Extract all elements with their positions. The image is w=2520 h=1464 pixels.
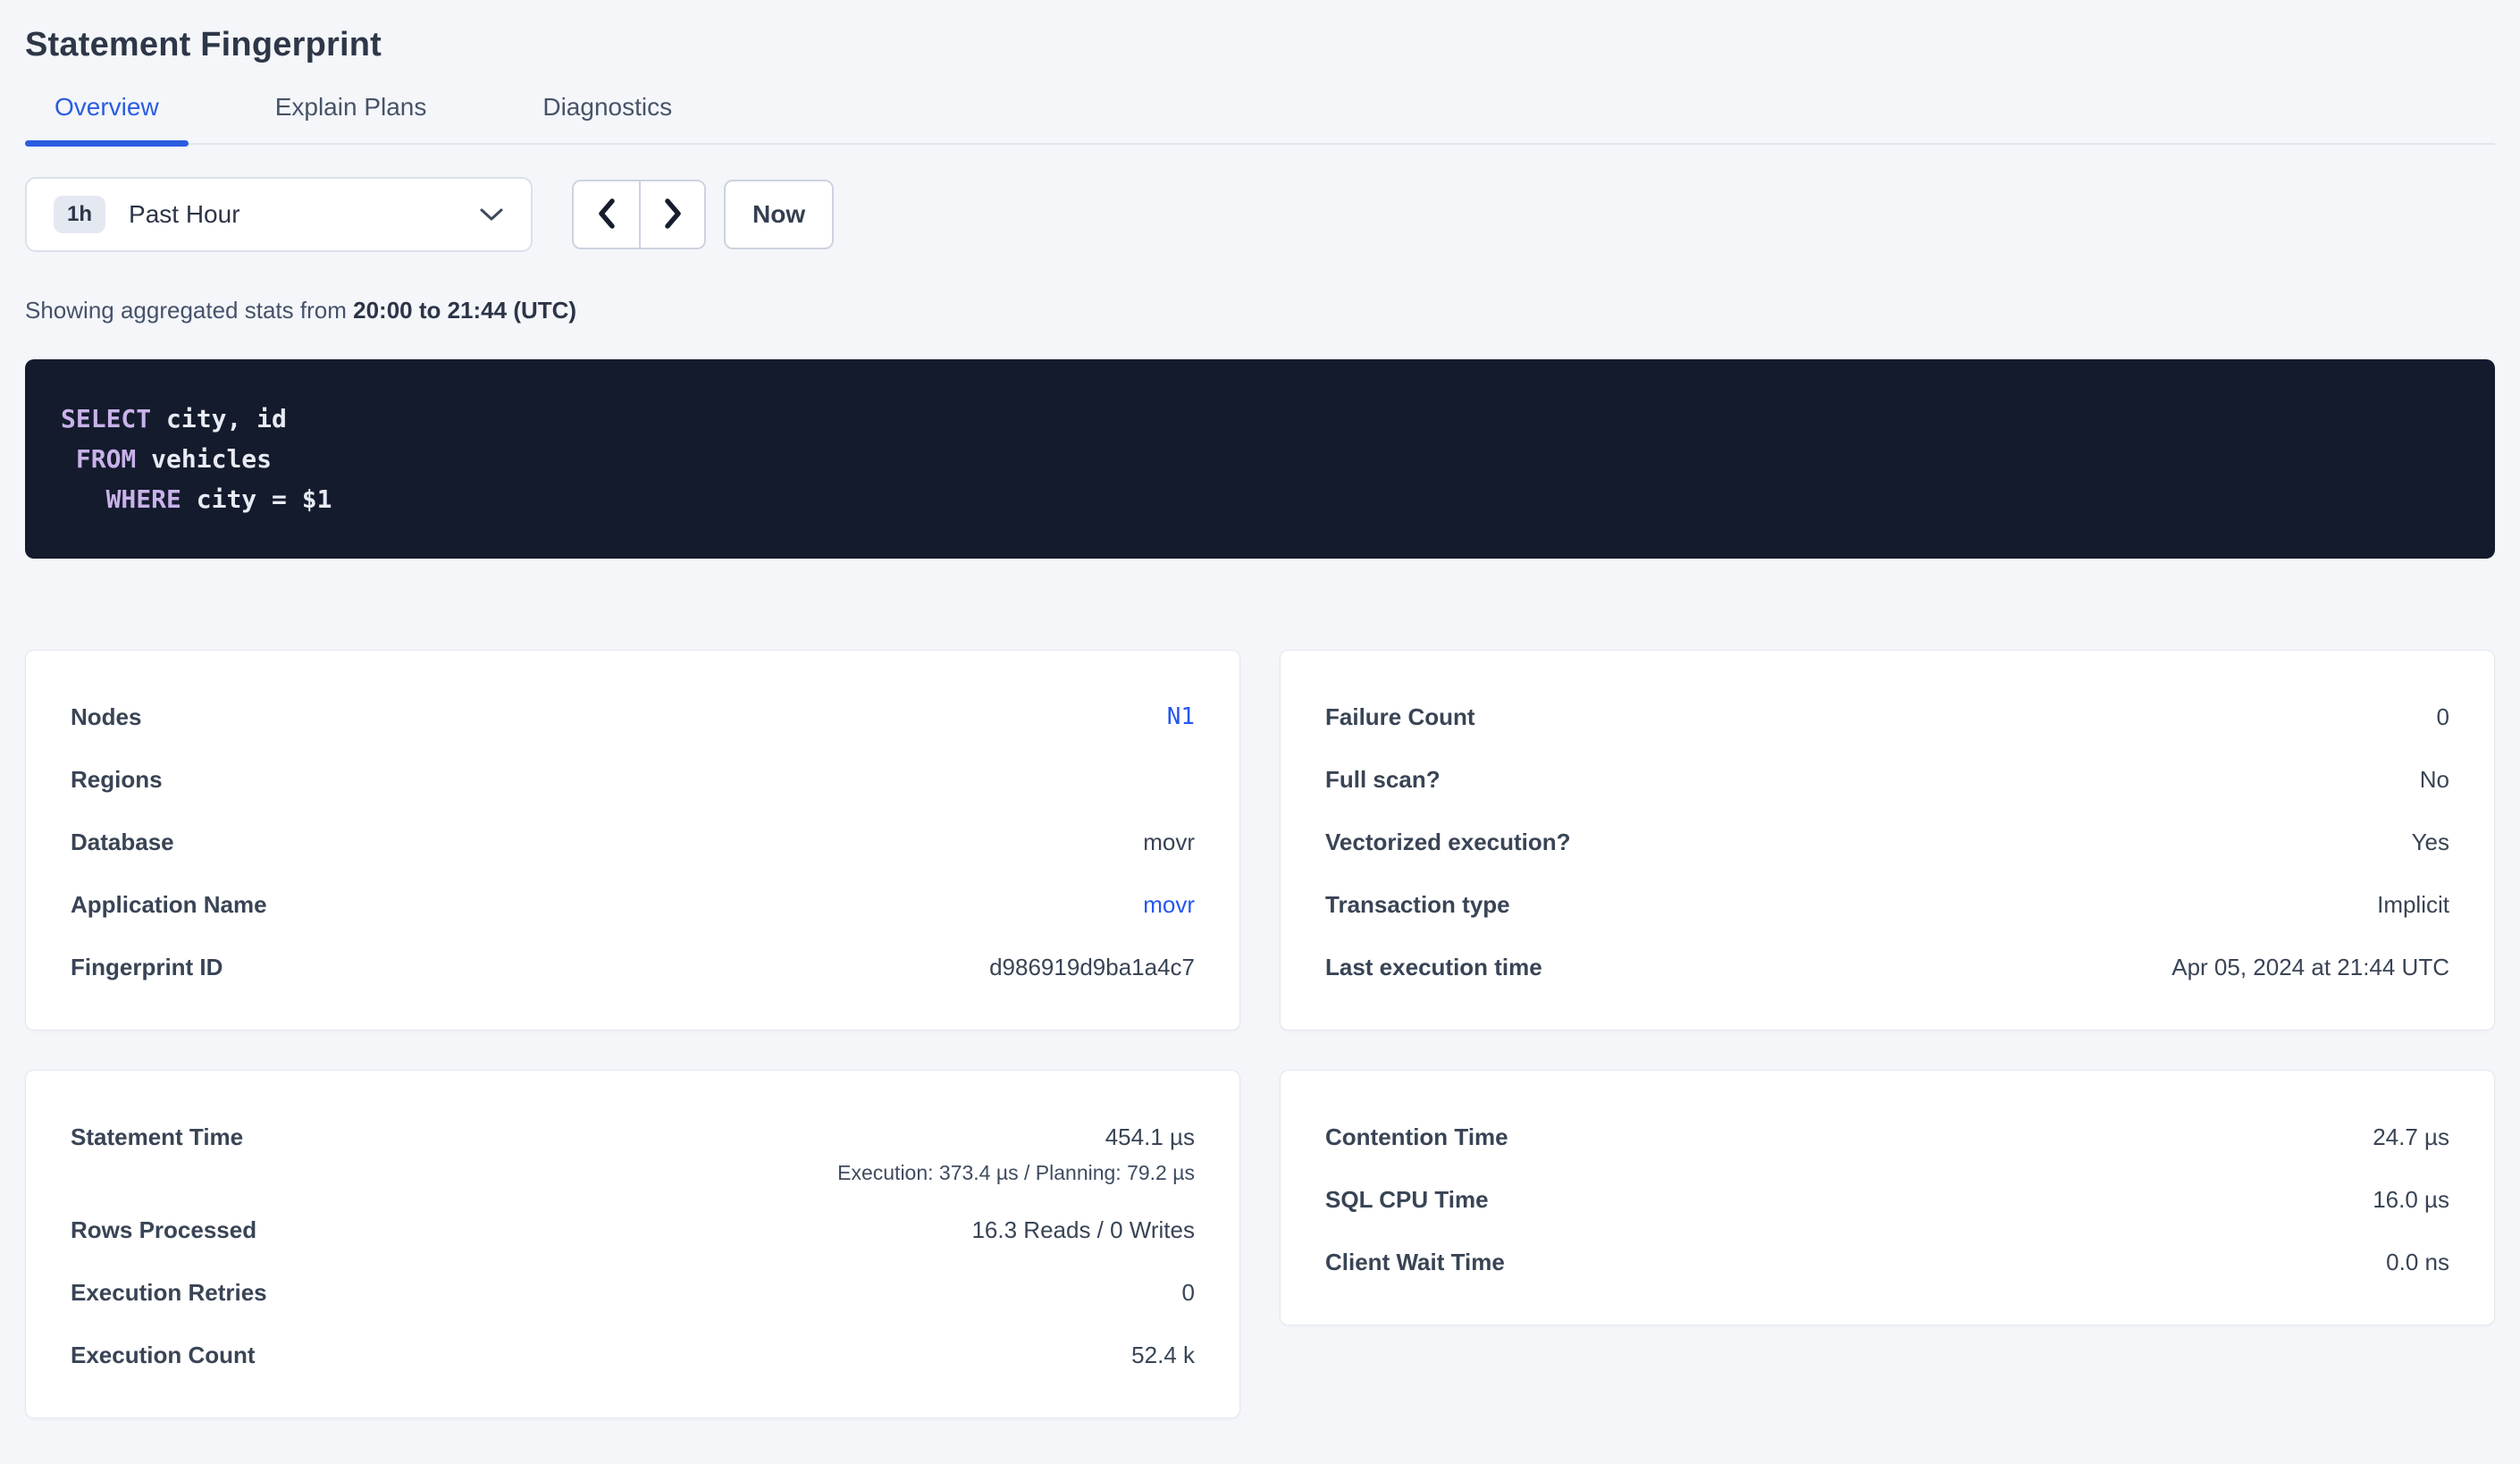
row-value: 16.3 Reads / 0 Writes	[971, 1217, 1195, 1242]
row-label: Full scan?	[1325, 767, 1467, 792]
stats-line-range: 20:00 to 21:44 (UTC)	[353, 297, 576, 324]
row-value: 0.0 ns	[2386, 1249, 2449, 1275]
prev-interval-button[interactable]	[574, 181, 639, 248]
now-button[interactable]: Now	[724, 180, 834, 249]
sql-text: vehicles	[136, 444, 272, 474]
statement-details-card: Nodes N1 Regions Database movr Applicati…	[25, 650, 1240, 1031]
wait-times-card: Contention Time 24.7 µs SQL CPU Time 16.…	[1280, 1070, 2495, 1325]
row-value: Implicit	[2377, 892, 2449, 917]
row-value: 0	[1182, 1280, 1195, 1305]
row-execution-count: Execution Count 52.4 k	[71, 1342, 1195, 1367]
row-label: Vectorized execution?	[1325, 829, 1598, 854]
chevron-down-icon	[479, 206, 504, 223]
sql-line: SELECT city, id	[61, 399, 2459, 439]
row-value: 52.4 k	[1131, 1342, 1195, 1367]
row-value-stack: 454.1 µs Execution: 373.4 µs / Planning:…	[837, 1124, 1195, 1183]
row-last-execution-time: Last execution time Apr 05, 2024 at 21:4…	[1325, 955, 2449, 980]
row-label: Execution Count	[71, 1342, 282, 1367]
row-value: movr	[1143, 829, 1195, 854]
time-interval-arrows	[572, 180, 706, 249]
page-title: Statement Fingerprint	[25, 25, 2495, 64]
tab-diagnostics[interactable]: Diagnostics	[513, 95, 701, 143]
row-label: Rows Processed	[71, 1217, 283, 1242]
row-fingerprint-id: Fingerprint ID d986919d9ba1a4c7	[71, 955, 1195, 980]
row-label: Client Wait Time	[1325, 1249, 1532, 1275]
row-value: 24.7 µs	[2373, 1124, 2449, 1149]
sql-indent	[61, 444, 76, 474]
row-value: Apr 05, 2024 at 21:44 UTC	[2171, 955, 2449, 980]
statement-fingerprint-page: Statement Fingerprint Overview Explain P…	[0, 25, 2520, 1418]
sql-keyword: SELECT	[61, 404, 151, 433]
sql-line: WHERE city = $1	[61, 479, 2459, 519]
row-label: Regions	[71, 767, 189, 792]
time-range-label: Past Hour	[129, 200, 240, 229]
tab-overview[interactable]: Overview	[25, 95, 189, 143]
row-contention-time: Contention Time 24.7 µs	[1325, 1124, 2449, 1149]
row-regions: Regions	[71, 767, 1195, 792]
row-value: 0	[2437, 704, 2449, 729]
time-preset-badge: 1h	[54, 196, 105, 233]
tab-bar: Overview Explain Plans Diagnostics	[25, 95, 2495, 145]
row-vectorized-execution: Vectorized execution? Yes	[1325, 829, 2449, 854]
tab-explain-plans[interactable]: Explain Plans	[246, 95, 457, 143]
row-subvalue: Execution: 373.4 µs / Planning: 79.2 µs	[837, 1162, 1195, 1183]
row-label: SQL CPU Time	[1325, 1187, 1516, 1212]
row-client-wait-time: Client Wait Time 0.0 ns	[1325, 1249, 2449, 1275]
row-failure-count: Failure Count 0	[1325, 704, 2449, 729]
execution-attributes-card: Failure Count 0 Full scan? No Vectorized…	[1280, 650, 2495, 1031]
row-value: 454.1 µs	[1105, 1123, 1195, 1150]
row-application-name: Application Name movr	[71, 892, 1195, 917]
row-value: No	[2420, 767, 2449, 792]
application-name-link[interactable]: movr	[1143, 892, 1195, 917]
row-label: Statement Time	[71, 1124, 270, 1149]
row-label: Application Name	[71, 892, 294, 917]
sql-keyword: FROM	[76, 444, 136, 474]
row-database: Database movr	[71, 829, 1195, 854]
row-rows-processed: Rows Processed 16.3 Reads / 0 Writes	[71, 1217, 1195, 1242]
row-label: Last execution time	[1325, 955, 1569, 980]
row-sql-cpu-time: SQL CPU Time 16.0 µs	[1325, 1187, 2449, 1212]
statement-timing-card: Statement Time 454.1 µs Execution: 373.4…	[25, 1070, 1240, 1418]
nodes-link[interactable]: N1	[1167, 704, 1195, 729]
row-label: Execution Retries	[71, 1280, 294, 1305]
row-label: Failure Count	[1325, 704, 1502, 729]
stats-line-prefix: Showing aggregated stats from	[25, 297, 353, 324]
row-label: Fingerprint ID	[71, 955, 249, 980]
sql-line: FROM vehicles	[61, 439, 2459, 479]
time-toolbar: 1h Past Hour Now	[25, 177, 2495, 252]
row-statement-time: Statement Time 454.1 µs Execution: 373.4…	[71, 1124, 1195, 1183]
row-label: Transaction type	[1325, 892, 1537, 917]
row-value: Yes	[2412, 829, 2449, 854]
next-interval-button[interactable]	[639, 181, 704, 248]
aggregated-stats-line: Showing aggregated stats from 20:00 to 2…	[25, 297, 2495, 324]
chevron-right-icon	[663, 198, 683, 232]
sql-statement-box: SELECT city, id FROM vehicles WHERE city…	[25, 359, 2495, 559]
row-transaction-type: Transaction type Implicit	[1325, 892, 2449, 917]
row-value: 16.0 µs	[2373, 1187, 2449, 1212]
row-full-scan: Full scan? No	[1325, 767, 2449, 792]
time-range-dropdown[interactable]: 1h Past Hour	[25, 177, 533, 252]
row-value: d986919d9ba1a4c7	[989, 955, 1195, 980]
row-nodes: Nodes N1	[71, 704, 1195, 729]
sql-text: city = $1	[181, 484, 332, 514]
stats-cards-grid: Nodes N1 Regions Database movr Applicati…	[25, 650, 2495, 1418]
row-label: Contention Time	[1325, 1124, 1535, 1149]
row-label: Nodes	[71, 704, 168, 729]
sql-indent	[61, 484, 106, 514]
sql-keyword: WHERE	[106, 484, 181, 514]
sql-text: city, id	[151, 404, 287, 433]
row-execution-retries: Execution Retries 0	[71, 1280, 1195, 1305]
row-label: Database	[71, 829, 201, 854]
chevron-left-icon	[597, 198, 617, 232]
